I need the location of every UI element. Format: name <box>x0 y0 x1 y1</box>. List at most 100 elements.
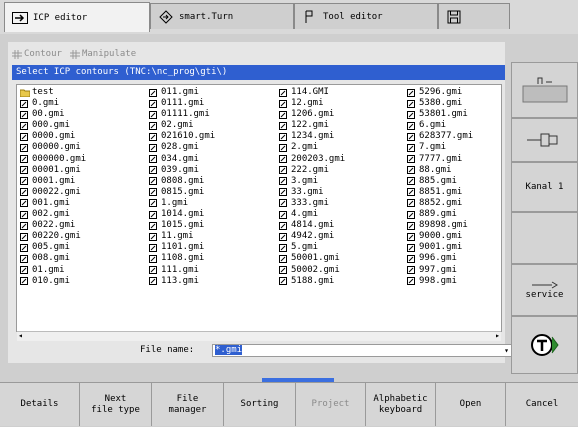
file-item[interactable]: 114.GMI <box>279 87 345 98</box>
file-item[interactable]: 222.gmi <box>279 165 345 176</box>
file-item[interactable]: 889.gmi <box>407 209 473 220</box>
scroll-left-icon[interactable]: ◂ <box>18 331 23 340</box>
contour-file-icon <box>279 199 287 208</box>
file-item[interactable]: 0001.gmi <box>20 176 86 187</box>
file-item[interactable]: 6.gmi <box>407 120 473 131</box>
file-item[interactable]: 9000.gmi <box>407 231 473 242</box>
file-manager-button[interactable]: File manager <box>152 383 224 426</box>
side-key-kanal[interactable]: Kanal 1 <box>511 162 578 212</box>
file-item[interactable]: 8851.gmi <box>407 187 473 198</box>
file-item[interactable]: 008.gmi <box>20 253 86 264</box>
side-key-service[interactable]: service <box>511 264 578 316</box>
file-item[interactable]: 01111.gmi <box>149 109 215 120</box>
file-item[interactable]: 1234.gmi <box>279 131 345 142</box>
file-item[interactable]: 002.gmi <box>20 209 86 220</box>
file-item[interactable]: 0000.gmi <box>20 131 86 142</box>
file-item[interactable]: 4.gmi <box>279 209 345 220</box>
file-item[interactable]: 0815.gmi <box>149 187 215 198</box>
file-item[interactable]: 333.gmi <box>279 198 345 209</box>
file-item[interactable]: 50002.gmi <box>279 265 345 276</box>
horizontal-scrollbar[interactable]: ◂ ▸ <box>17 331 501 341</box>
tab-icp-editor[interactable]: ICP editor <box>4 2 150 32</box>
file-item[interactable]: 00022.gmi <box>20 187 86 198</box>
filename-field[interactable]: *.gmi ▾ <box>212 344 512 357</box>
file-item[interactable]: 1.gmi <box>149 198 215 209</box>
file-item[interactable]: test <box>19 87 86 98</box>
file-item[interactable]: 00220.gmi <box>20 231 86 242</box>
file-item[interactable]: 005.gmi <box>20 242 86 253</box>
side-key-tool-table[interactable] <box>511 316 578 374</box>
file-item[interactable]: 998.gmi <box>407 276 473 287</box>
file-item[interactable]: 039.gmi <box>149 165 215 176</box>
file-item[interactable]: 5296.gmi <box>407 87 473 98</box>
file-item[interactable]: 50001.gmi <box>279 253 345 264</box>
contour-file-icon <box>20 277 28 286</box>
file-item[interactable]: 53801.gmi <box>407 109 473 120</box>
file-item[interactable]: 996.gmi <box>407 253 473 264</box>
cancel-button[interactable]: Cancel <box>506 383 578 426</box>
file-item[interactable]: 01.gmi <box>20 265 86 276</box>
file-item[interactable]: 4942.gmi <box>279 231 345 242</box>
file-item[interactable]: 0.gmi <box>20 98 86 109</box>
file-item[interactable]: 010.gmi <box>20 276 86 287</box>
file-item[interactable]: 111.gmi <box>149 265 215 276</box>
file-item[interactable]: 011.gmi <box>149 87 215 98</box>
file-item[interactable]: 3.gmi <box>279 176 345 187</box>
file-item[interactable]: 00001.gmi <box>20 165 86 176</box>
file-item[interactable]: 7777.gmi <box>407 154 473 165</box>
file-item[interactable]: 200203.gmi <box>279 154 345 165</box>
file-item[interactable]: 00.gmi <box>20 109 86 120</box>
next-file-type-button[interactable]: Next file type <box>80 383 152 426</box>
file-item[interactable]: 11.gmi <box>149 231 215 242</box>
file-item[interactable]: 1015.gmi <box>149 220 215 231</box>
open-button[interactable]: Open <box>436 383 506 426</box>
file-item[interactable]: 885.gmi <box>407 176 473 187</box>
file-item[interactable]: 997.gmi <box>407 265 473 276</box>
file-item[interactable]: 034.gmi <box>149 154 215 165</box>
file-item[interactable]: 4814.gmi <box>279 220 345 231</box>
sorting-button[interactable]: Sorting <box>224 383 296 426</box>
alphabetic-keyboard-button[interactable]: Alphabetic keyboard <box>366 383 436 426</box>
file-item[interactable]: 00000.gmi <box>20 142 86 153</box>
file-item[interactable]: 02.gmi <box>149 120 215 131</box>
file-item[interactable]: 1108.gmi <box>149 253 215 264</box>
contour-file-icon <box>20 221 28 230</box>
file-item[interactable]: 5380.gmi <box>407 98 473 109</box>
file-item[interactable]: 89898.gmi <box>407 220 473 231</box>
file-item[interactable]: 0022.gmi <box>20 220 86 231</box>
file-item[interactable]: 000.gmi <box>20 120 86 131</box>
file-item[interactable]: 0111.gmi <box>149 98 215 109</box>
tab-tool-editor[interactable]: Tool editor <box>294 3 438 29</box>
file-item[interactable]: 88.gmi <box>407 165 473 176</box>
file-item[interactable]: 113.gmi <box>149 276 215 287</box>
side-key-tool[interactable] <box>511 118 578 162</box>
file-item[interactable]: 021610.gmi <box>149 131 215 142</box>
project-button[interactable]: Project <box>296 383 366 426</box>
file-item[interactable]: 5.gmi <box>279 242 345 253</box>
file-item[interactable]: 9001.gmi <box>407 242 473 253</box>
file-item[interactable]: 1014.gmi <box>149 209 215 220</box>
file-item[interactable]: 1206.gmi <box>279 109 345 120</box>
side-key-empty[interactable] <box>511 212 578 264</box>
menu-manipulate-label: Manipulate <box>81 49 137 59</box>
file-item[interactable]: 001.gmi <box>20 198 86 209</box>
file-item[interactable]: 628377.gmi <box>407 131 473 142</box>
file-list[interactable]: test 0.gmi 00.gmi 000.gmi 0000.gmi 00000.gmi 0… <box>16 84 502 332</box>
details-button[interactable]: Details <box>0 383 80 426</box>
file-item[interactable]: 12.gmi <box>279 98 345 109</box>
file-item[interactable]: 000000.gmi <box>20 154 86 165</box>
side-key-program-head[interactable] <box>511 62 578 118</box>
file-item[interactable]: 33.gmi <box>279 187 345 198</box>
file-item[interactable]: 0808.gmi <box>149 176 215 187</box>
file-item[interactable]: 1101.gmi <box>149 242 215 253</box>
file-item[interactable]: 7.gmi <box>407 142 473 153</box>
dropdown-arrow-icon[interactable]: ▾ <box>504 345 509 356</box>
tab-smart-turn[interactable]: smart.Turn <box>150 3 294 29</box>
tab-save[interactable] <box>438 3 510 29</box>
file-item[interactable]: 2.gmi <box>279 142 345 153</box>
file-item[interactable]: 122.gmi <box>279 120 345 131</box>
file-item[interactable]: 028.gmi <box>149 142 215 153</box>
scroll-right-icon[interactable]: ▸ <box>495 331 500 340</box>
file-item[interactable]: 8852.gmi <box>407 198 473 209</box>
file-item[interactable]: 5188.gmi <box>279 276 345 287</box>
